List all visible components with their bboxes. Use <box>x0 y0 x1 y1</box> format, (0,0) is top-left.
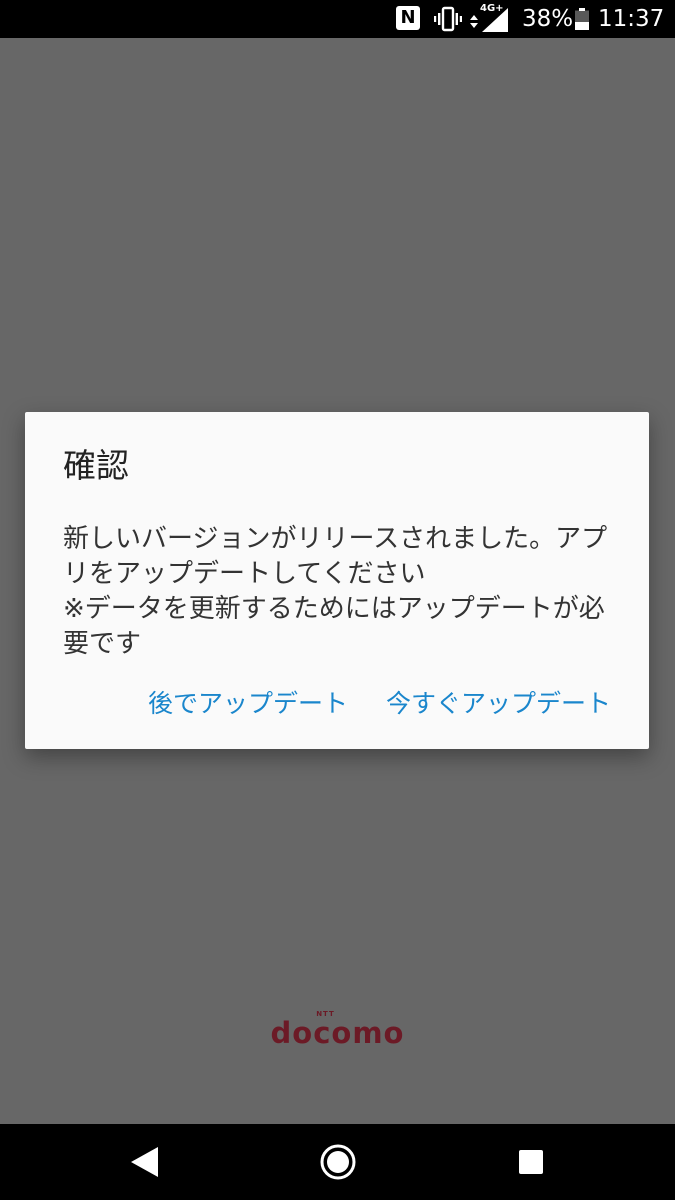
recents-icon <box>519 1150 543 1174</box>
battery-icon <box>575 8 589 30</box>
signal-icon <box>470 8 508 32</box>
back-icon <box>131 1147 158 1177</box>
navigation-bar <box>0 1124 675 1200</box>
back-button[interactable] <box>104 1124 184 1200</box>
clock: 11:37 <box>598 6 665 32</box>
dialog-actions: 後でアップデート 今すぐアップデート <box>148 686 611 722</box>
battery-percent: 38% <box>522 6 574 32</box>
dialog-title: 確認 <box>63 446 129 485</box>
home-button[interactable] <box>298 1124 378 1200</box>
update-later-button[interactable]: 後でアップデート <box>148 686 348 722</box>
vibrate-icon <box>434 6 462 32</box>
dialog-message-line: ※データを更新するためにはアップデートが必要です <box>63 594 605 659</box>
update-confirm-dialog: 確認 新しいバージョンがリリースされました。アプリをアップデートしてください ※… <box>25 412 649 749</box>
logo-main-text: docomo <box>270 1016 405 1050</box>
home-icon <box>320 1144 356 1180</box>
update-now-button[interactable]: 今すぐアップデート <box>386 686 611 722</box>
dialog-message: 新しいバージョンがリリースされました。アプリをアップデートしてください ※データ… <box>63 522 613 662</box>
dialog-message-line: 新しいバージョンがリリースされました。アプリをアップデートしてください <box>63 524 608 589</box>
status-bar: 4G+ 38% 11:37 <box>0 0 675 38</box>
docomo-logo: NTT docomo <box>0 1010 675 1048</box>
recents-button[interactable] <box>491 1124 571 1200</box>
nfc-icon <box>396 6 420 30</box>
